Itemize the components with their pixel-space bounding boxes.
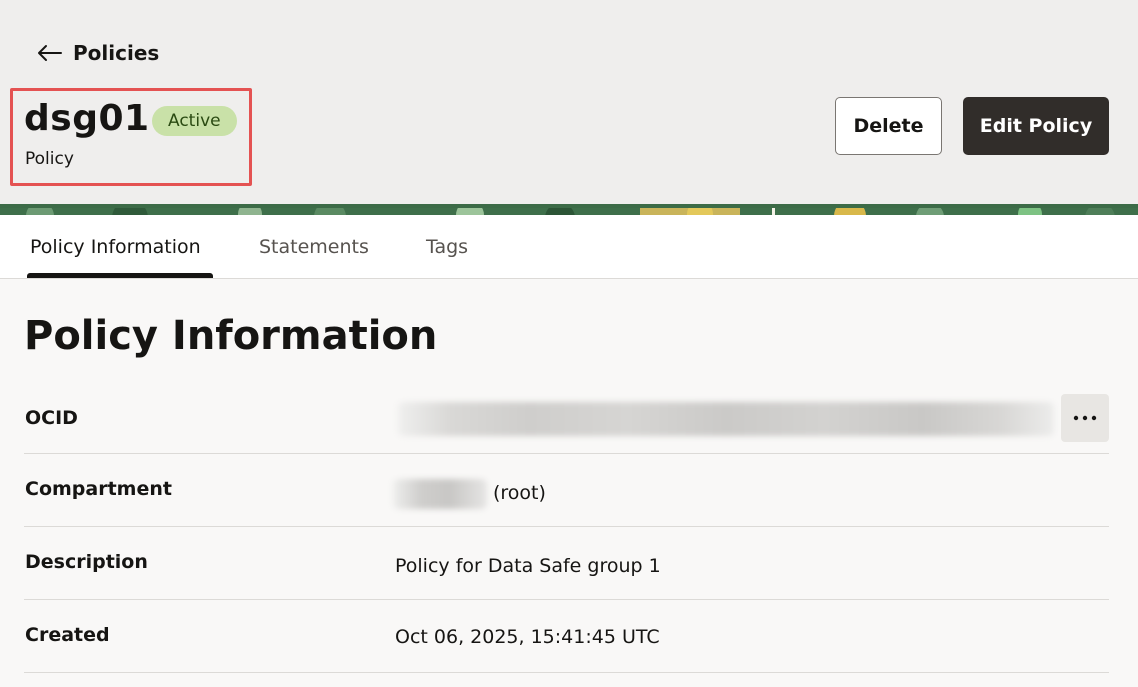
- tab-statements[interactable]: Statements: [259, 215, 369, 279]
- tab-tags[interactable]: Tags: [426, 215, 468, 279]
- more-horizontal-icon: [1073, 415, 1097, 421]
- edit-policy-button[interactable]: Edit Policy: [963, 97, 1109, 155]
- row-label-created: Created: [25, 624, 110, 646]
- resource-type-label: Policy: [25, 149, 74, 169]
- info-row-created: Created Oct 06, 2025, 15:41:45 UTC: [24, 600, 1109, 673]
- delete-button[interactable]: Delete: [835, 97, 942, 155]
- active-tab-indicator: [27, 273, 213, 278]
- info-row-compartment: Compartment (root): [24, 454, 1109, 527]
- back-link-policies[interactable]: Policies: [35, 38, 159, 68]
- ocid-actions-button[interactable]: [1061, 394, 1109, 442]
- row-label-description: Description: [25, 551, 148, 573]
- compartment-name-redacted: [393, 479, 487, 509]
- ocid-value-redacted: [398, 402, 1054, 436]
- description-value: Policy for Data Safe group 1: [395, 555, 661, 577]
- banner-pattern: [0, 204, 1138, 215]
- created-value: Oct 06, 2025, 15:41:45 UTC: [395, 626, 660, 648]
- status-badge: Active: [152, 106, 237, 136]
- row-label-ocid: OCID: [25, 407, 78, 429]
- compartment-value[interactable]: (root): [493, 482, 546, 504]
- back-link-label: Policies: [73, 41, 160, 65]
- page-header: Policies dsg01 Active Policy Delete Edit…: [0, 0, 1138, 204]
- decorative-banner: [0, 204, 1138, 215]
- tab-bar: Policy Information Statements Tags: [0, 215, 1138, 279]
- tab-policy-information[interactable]: Policy Information: [30, 215, 201, 279]
- page-title: dsg01: [24, 98, 150, 139]
- section-title: Policy Information: [24, 313, 438, 359]
- info-row-description: Description Policy for Data Safe group 1: [24, 527, 1109, 600]
- arrow-left-icon: [38, 45, 62, 61]
- row-label-compartment: Compartment: [25, 478, 172, 500]
